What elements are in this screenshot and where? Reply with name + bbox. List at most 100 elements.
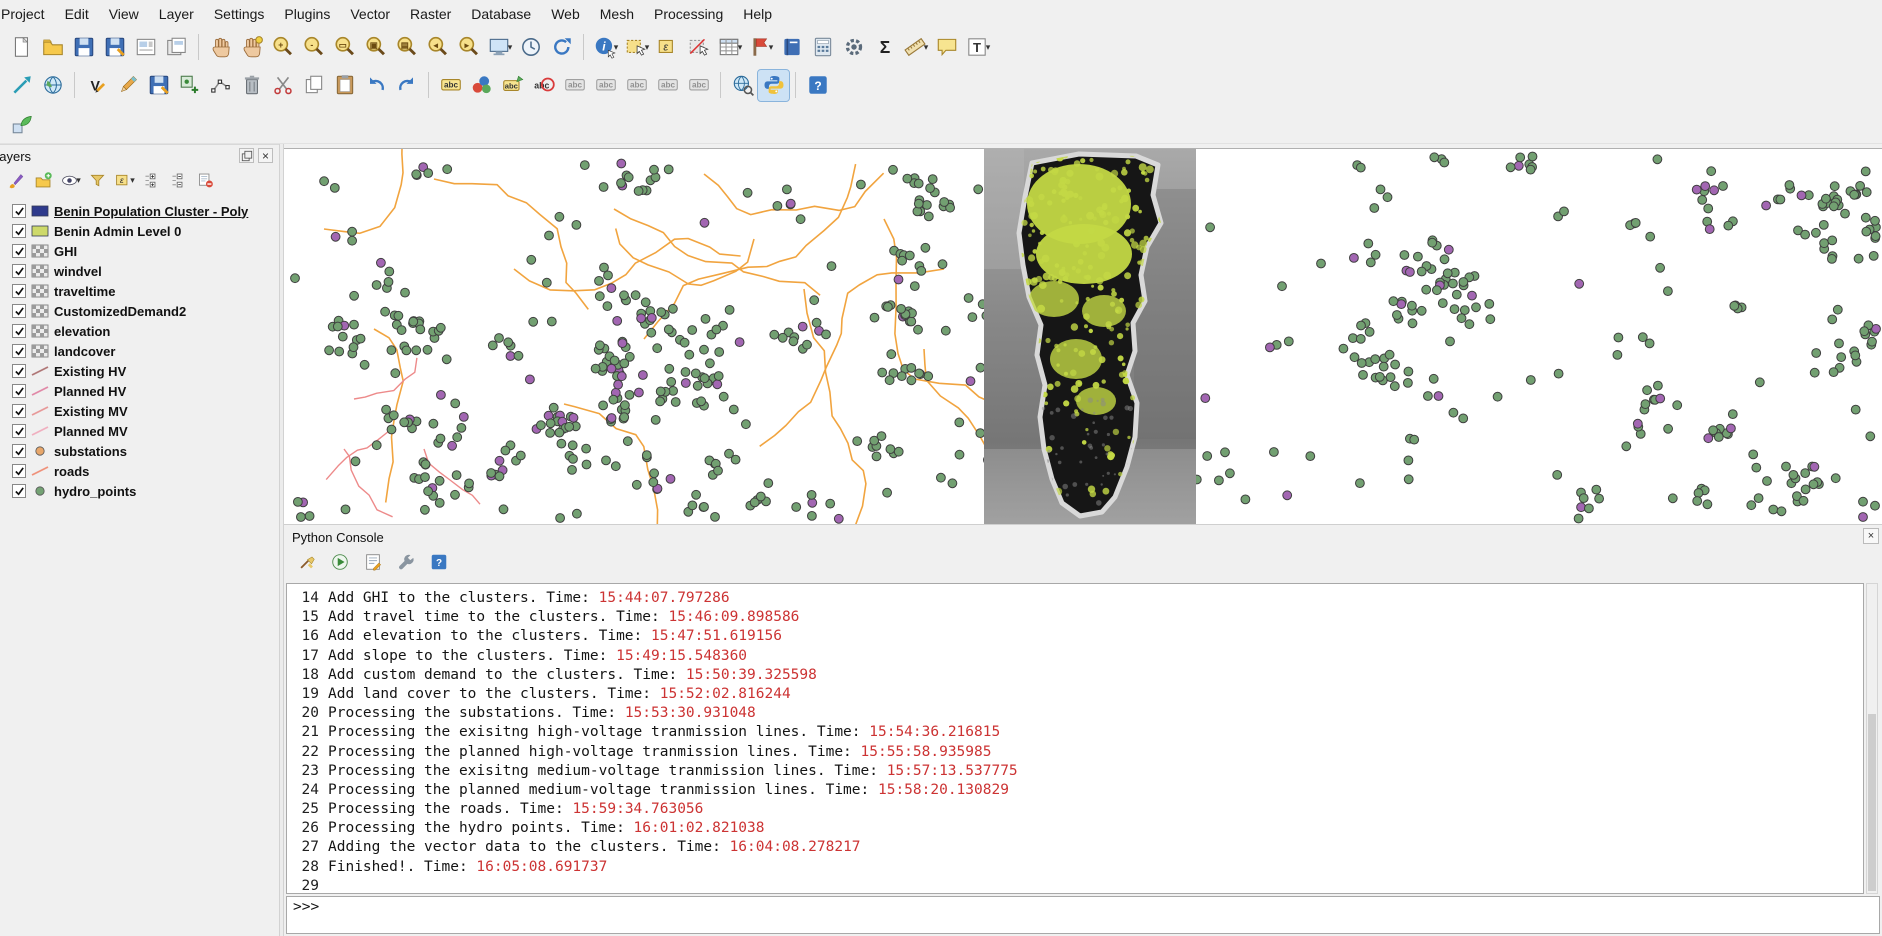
- zoom-next-button[interactable]: ▸: [453, 32, 484, 63]
- statistics-summary-button[interactable]: Σ: [869, 32, 900, 63]
- console-options-button[interactable]: [393, 551, 418, 573]
- run-command-button[interactable]: [327, 551, 352, 573]
- layer-label[interactable]: Planned HV: [54, 384, 126, 399]
- layer-item-elevation[interactable]: elevation: [2, 321, 279, 341]
- layer-item-windvel[interactable]: windvel: [2, 261, 279, 281]
- layer-label[interactable]: hydro_points: [54, 484, 136, 499]
- delete-selected-button[interactable]: [236, 70, 267, 101]
- map-canvas[interactable]: [284, 148, 1882, 524]
- python-console-button[interactable]: [757, 68, 790, 102]
- menu-edit[interactable]: Edit: [55, 1, 99, 27]
- filter-by-expression-button[interactable]: ε ▾: [112, 169, 137, 191]
- layer-item-planned-hv[interactable]: Planned HV: [2, 381, 279, 401]
- map-view[interactable]: [284, 149, 1882, 524]
- menu-mesh[interactable]: Mesh: [590, 1, 644, 27]
- layer-visibility-checkbox[interactable]: [12, 404, 26, 418]
- text-annotation-button[interactable]: T ▾: [962, 32, 993, 63]
- new-spatial-bookmark-button[interactable]: ▾: [745, 32, 776, 63]
- map-tips-button[interactable]: [931, 32, 962, 63]
- menu-view[interactable]: View: [99, 1, 149, 27]
- layer-label[interactable]: windvel: [54, 264, 102, 279]
- new-print-layout-button[interactable]: [130, 32, 161, 63]
- layer-visibility-checkbox[interactable]: [12, 384, 26, 398]
- layer-item-benin-admin-level-0[interactable]: Benin Admin Level 0: [2, 221, 279, 241]
- layer-visibility-checkbox[interactable]: [12, 284, 26, 298]
- layer-label[interactable]: Existing HV: [54, 364, 126, 379]
- zoom-to-selection-button[interactable]: ▣: [360, 32, 391, 63]
- layer-diagram-options-button[interactable]: [466, 70, 497, 101]
- menu-settings[interactable]: Settings: [204, 1, 275, 27]
- menu-project[interactable]: Project: [0, 1, 55, 27]
- layer-visibility-checkbox[interactable]: [12, 204, 26, 218]
- metasearch-button[interactable]: [727, 70, 758, 101]
- layer-item-customizeddemand2[interactable]: CustomizedDemand2: [2, 301, 279, 321]
- layer-item-benin-population-cluster-poly[interactable]: Benin Population Cluster - Poly: [2, 201, 279, 221]
- layer-label[interactable]: roads: [54, 464, 89, 479]
- console-input[interactable]: >>>: [286, 896, 1880, 934]
- menu-processing[interactable]: Processing: [644, 1, 733, 27]
- processing-toolbox-button[interactable]: [838, 32, 869, 63]
- manage-map-themes-button[interactable]: ▾: [58, 169, 83, 191]
- layer-labeling-options-button[interactable]: abc: [435, 70, 466, 101]
- layer-item-substations[interactable]: substations: [2, 441, 279, 461]
- layer-item-ghi[interactable]: GHI: [2, 241, 279, 261]
- undo-button[interactable]: [360, 70, 391, 101]
- layer-item-existing-hv[interactable]: Existing HV: [2, 361, 279, 381]
- console-help-button[interactable]: ?: [426, 551, 451, 573]
- menu-help[interactable]: Help: [733, 1, 782, 27]
- layer-item-traveltime[interactable]: traveltime: [2, 281, 279, 301]
- open-attribute-table-button[interactable]: ▾: [714, 32, 745, 63]
- new-map-view-button[interactable]: ▾: [484, 32, 515, 63]
- console-close-icon[interactable]: ×: [1863, 528, 1879, 544]
- expand-all-button[interactable]: [139, 169, 164, 191]
- layer-visibility-checkbox[interactable]: [12, 224, 26, 238]
- save-project-as-button[interactable]: [99, 32, 130, 63]
- zoom-full-button[interactable]: ▭: [329, 32, 360, 63]
- layer-label[interactable]: elevation: [54, 324, 110, 339]
- move-feature-button[interactable]: [6, 70, 37, 101]
- open-project-button[interactable]: [37, 32, 68, 63]
- layer-label[interactable]: Planned MV: [54, 424, 128, 439]
- layer-visibility-checkbox[interactable]: [12, 364, 26, 378]
- layer-item-landcover[interactable]: landcover: [2, 341, 279, 361]
- layer-label[interactable]: landcover: [54, 344, 115, 359]
- console-scrollbar-thumb[interactable]: [1868, 713, 1876, 891]
- layer-visibility-checkbox[interactable]: [12, 264, 26, 278]
- layer-visibility-checkbox[interactable]: [12, 464, 26, 478]
- pan-map-button[interactable]: [205, 32, 236, 63]
- redo-button[interactable]: [391, 70, 422, 101]
- identify-features-button[interactable]: i ▾: [590, 32, 621, 63]
- new-project-button[interactable]: [6, 32, 37, 63]
- filter-legend-button[interactable]: [85, 169, 110, 191]
- menu-layer[interactable]: Layer: [149, 1, 204, 27]
- georeferencer-button[interactable]: [37, 70, 68, 101]
- add-group-button[interactable]: [31, 169, 56, 191]
- vertex-tool-button[interactable]: [205, 70, 236, 101]
- label-toolbar-extra-button[interactable]: abc: [683, 70, 714, 101]
- pan-to-selection-button[interactable]: [236, 32, 267, 63]
- remove-layer-button[interactable]: [193, 169, 218, 191]
- layer-visibility-checkbox[interactable]: [12, 484, 26, 498]
- zoom-in-button[interactable]: +: [267, 32, 298, 63]
- save-layer-edits-button[interactable]: [143, 70, 174, 101]
- show-editor-button[interactable]: [360, 551, 385, 573]
- temporal-controller-button[interactable]: [515, 32, 546, 63]
- layers-panel-close-icon[interactable]: ×: [258, 148, 273, 163]
- split-features-button[interactable]: [267, 70, 298, 101]
- layer-label[interactable]: substations: [54, 444, 127, 459]
- menu-vector[interactable]: Vector: [340, 1, 400, 27]
- toggle-editing-button[interactable]: [112, 70, 143, 101]
- layer-visibility-checkbox[interactable]: [12, 424, 26, 438]
- layer-item-existing-mv[interactable]: Existing MV: [2, 401, 279, 421]
- refresh-map-button[interactable]: [546, 32, 577, 63]
- layer-label[interactable]: Benin Admin Level 0: [54, 224, 181, 239]
- paste-features-button[interactable]: [329, 70, 360, 101]
- deselect-features-button[interactable]: [683, 32, 714, 63]
- zoom-out-button[interactable]: -: [298, 32, 329, 63]
- current-edits-button[interactable]: V: [81, 70, 112, 101]
- show-hide-labels-button[interactable]: abc: [652, 70, 683, 101]
- collapse-all-button[interactable]: [166, 169, 191, 191]
- layer-item-hydro-points[interactable]: hydro_points: [2, 481, 279, 501]
- move-label-button[interactable]: abc: [559, 70, 590, 101]
- console-scrollbar[interactable]: [1866, 583, 1878, 894]
